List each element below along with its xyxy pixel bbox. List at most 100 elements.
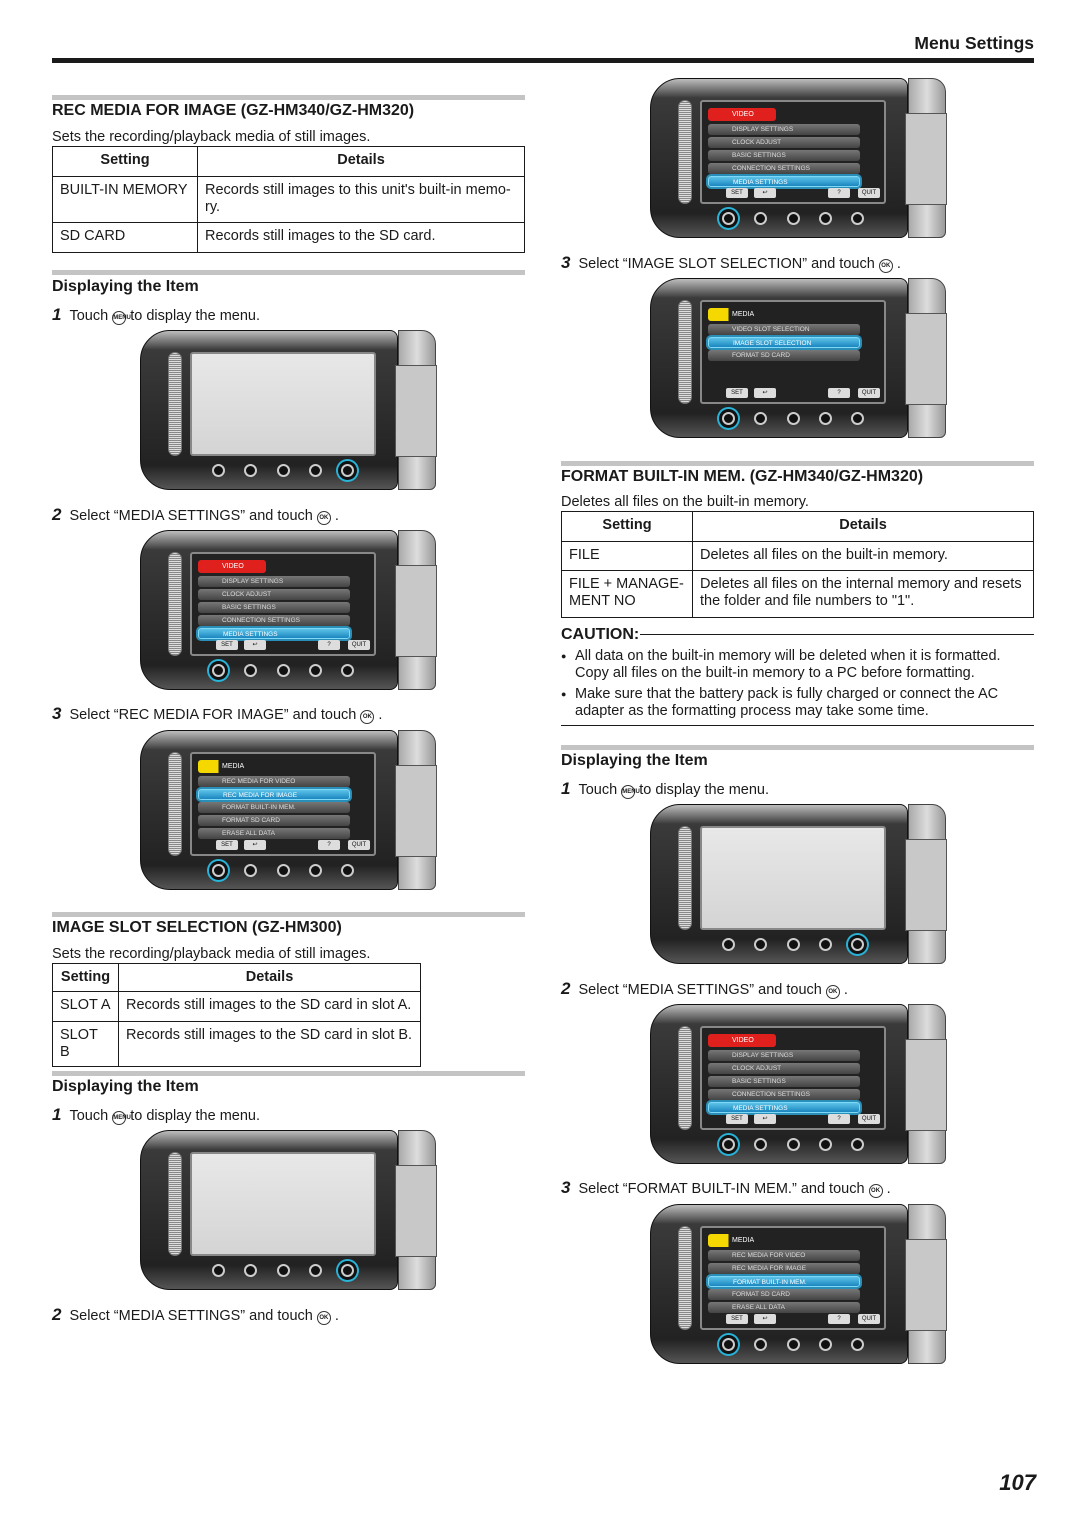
touch-button — [244, 1264, 257, 1277]
touch-button — [277, 464, 290, 477]
menu-tab: MEDIA SETTINGS — [708, 1234, 776, 1257]
softkey: ↩ — [754, 1314, 776, 1324]
cell: Records still images to the SD card in s… — [118, 1021, 421, 1067]
section-divider — [52, 912, 525, 917]
step-text: Touch — [69, 1108, 109, 1124]
ok-button-icon: OK — [316, 511, 331, 525]
softkey: ? — [828, 388, 850, 398]
caution-line: Copy all files on the built-in memory to… — [575, 665, 975, 681]
softkey: SET — [216, 640, 238, 650]
softkey: ↩ — [244, 840, 266, 850]
ok-button — [212, 664, 225, 677]
rec-media-table: Setting Details BUILT-IN MEMORY Records st… — [52, 146, 525, 253]
menu-button — [851, 1138, 864, 1151]
step-text: . — [334, 1308, 339, 1324]
step: 1 Touch MENU to display the menu. — [52, 1105, 260, 1125]
step-number: 1 — [52, 1105, 62, 1124]
softkey: ↩ — [754, 1114, 776, 1124]
camera-illustration: MEDIA SETTINGSREC MEDIA FOR VIDEO REC MED… — [650, 1204, 947, 1364]
col-header: Details — [692, 511, 1034, 542]
section-title: Displaying the Item — [561, 752, 708, 769]
menu-item: DISPLAY SETTINGS — [708, 124, 860, 135]
touch-button — [754, 412, 767, 425]
caution-item: All data on the built-in memory will be … — [561, 648, 1001, 682]
touch-button — [244, 664, 257, 677]
scroll-slider — [168, 1152, 182, 1256]
camera-illustration — [650, 804, 947, 964]
step: 2 Select “MEDIA SETTINGS” and touch OK . — [561, 979, 848, 999]
section-desc: Sets the recording/playback media of sti… — [52, 129, 371, 145]
step: 3 Select “IMAGE SLOT SELECTION” and touch… — [561, 253, 901, 273]
step-text: . — [886, 1181, 891, 1197]
page-number: 107 — [999, 1470, 1036, 1495]
touch-button — [244, 864, 257, 877]
section-desc: Sets the recording/playback media of sti… — [52, 946, 371, 962]
step-number: 3 — [561, 1178, 571, 1197]
scroll-slider — [168, 552, 182, 656]
menu-button — [341, 864, 354, 877]
scroll-slider — [678, 826, 692, 930]
menu-item: FORMAT BUILT-IN MEM. — [708, 1276, 860, 1287]
step-number: 2 — [52, 1305, 62, 1324]
menu-item: CLOCK ADJUST — [198, 589, 350, 600]
touch-button — [787, 212, 800, 225]
ok-button — [722, 412, 735, 425]
step: 1 Touch MENU to display the menu. — [52, 305, 260, 325]
step-number: 1 — [561, 779, 571, 798]
softkey: SET — [726, 188, 748, 198]
step-text: . — [843, 982, 848, 998]
scroll-slider — [168, 752, 182, 856]
step-text: Touch — [69, 308, 109, 324]
menu-item: CLOCK ADJUST — [708, 137, 860, 148]
lcd-screen: VIDEO DISPLAY SETTINGS CLOCK ADJUST BASIC S… — [190, 552, 376, 656]
touch-button — [819, 212, 832, 225]
col-header: Details — [197, 146, 525, 177]
menu-item: REC MEDIA FOR IMAGE — [198, 789, 350, 800]
menu-item: BASIC SETTINGS — [708, 1076, 860, 1087]
ok-button-icon: OK — [868, 1184, 883, 1198]
lcd-screen: MEDIA SETTINGSVIDEO SLOT SELECTION IMAGE … — [700, 300, 886, 404]
step-number: 3 — [52, 704, 62, 723]
ok-button — [212, 464, 225, 477]
header-title: Menu Settings — [914, 33, 1034, 53]
caution-title: CAUTION: — [561, 626, 640, 643]
softkey: QUIT — [858, 1114, 880, 1124]
menu-item: BASIC SETTINGS — [198, 602, 350, 613]
menu-item: CLOCK ADJUST — [708, 1063, 860, 1074]
touch-button — [754, 1138, 767, 1151]
menu-item: REC MEDIA FOR VIDEO — [708, 1250, 860, 1261]
menu-item: REC MEDIA FOR IMAGE — [708, 1263, 860, 1274]
menu-item: IMAGE SLOT SELECTION — [708, 337, 860, 348]
camera-side-panel — [395, 330, 437, 490]
touch-button — [309, 1264, 322, 1277]
lcd-screen — [190, 352, 376, 456]
menu-button — [341, 1264, 354, 1277]
cell: Deletes all files on the built-in memory… — [692, 541, 1034, 571]
caution-rule — [640, 634, 1034, 635]
softkey: ? — [828, 188, 850, 198]
softkey: ? — [828, 1114, 850, 1124]
softkey: ? — [828, 1314, 850, 1324]
camera-side-panel — [905, 1004, 947, 1164]
softkey: SET — [726, 1314, 748, 1324]
camera-illustration — [140, 1130, 437, 1290]
cell: SLOT A — [52, 991, 119, 1022]
touch-button — [787, 412, 800, 425]
ok-button-icon: OK — [878, 259, 893, 273]
menu-tab: VIDEO — [708, 1034, 776, 1047]
touch-button — [277, 664, 290, 677]
softkey: QUIT — [858, 388, 880, 398]
camera-side-panel — [905, 278, 947, 438]
touch-button — [819, 412, 832, 425]
lcd-screen: MEDIA SETTINGSREC MEDIA FOR VIDEO REC MED… — [700, 1226, 886, 1330]
softkey: QUIT — [858, 188, 880, 198]
touch-button — [787, 1138, 800, 1151]
ok-button-icon: OK — [360, 710, 375, 724]
lcd-screen: MEDIA SETTINGSREC MEDIA FOR VIDEO REC MED… — [190, 752, 376, 856]
section-divider — [561, 745, 1034, 750]
softkey: ? — [318, 840, 340, 850]
cell: Records still images to the SD card. — [197, 222, 525, 253]
ok-button — [722, 938, 735, 951]
touch-button — [754, 938, 767, 951]
camera-illustration — [140, 330, 437, 490]
